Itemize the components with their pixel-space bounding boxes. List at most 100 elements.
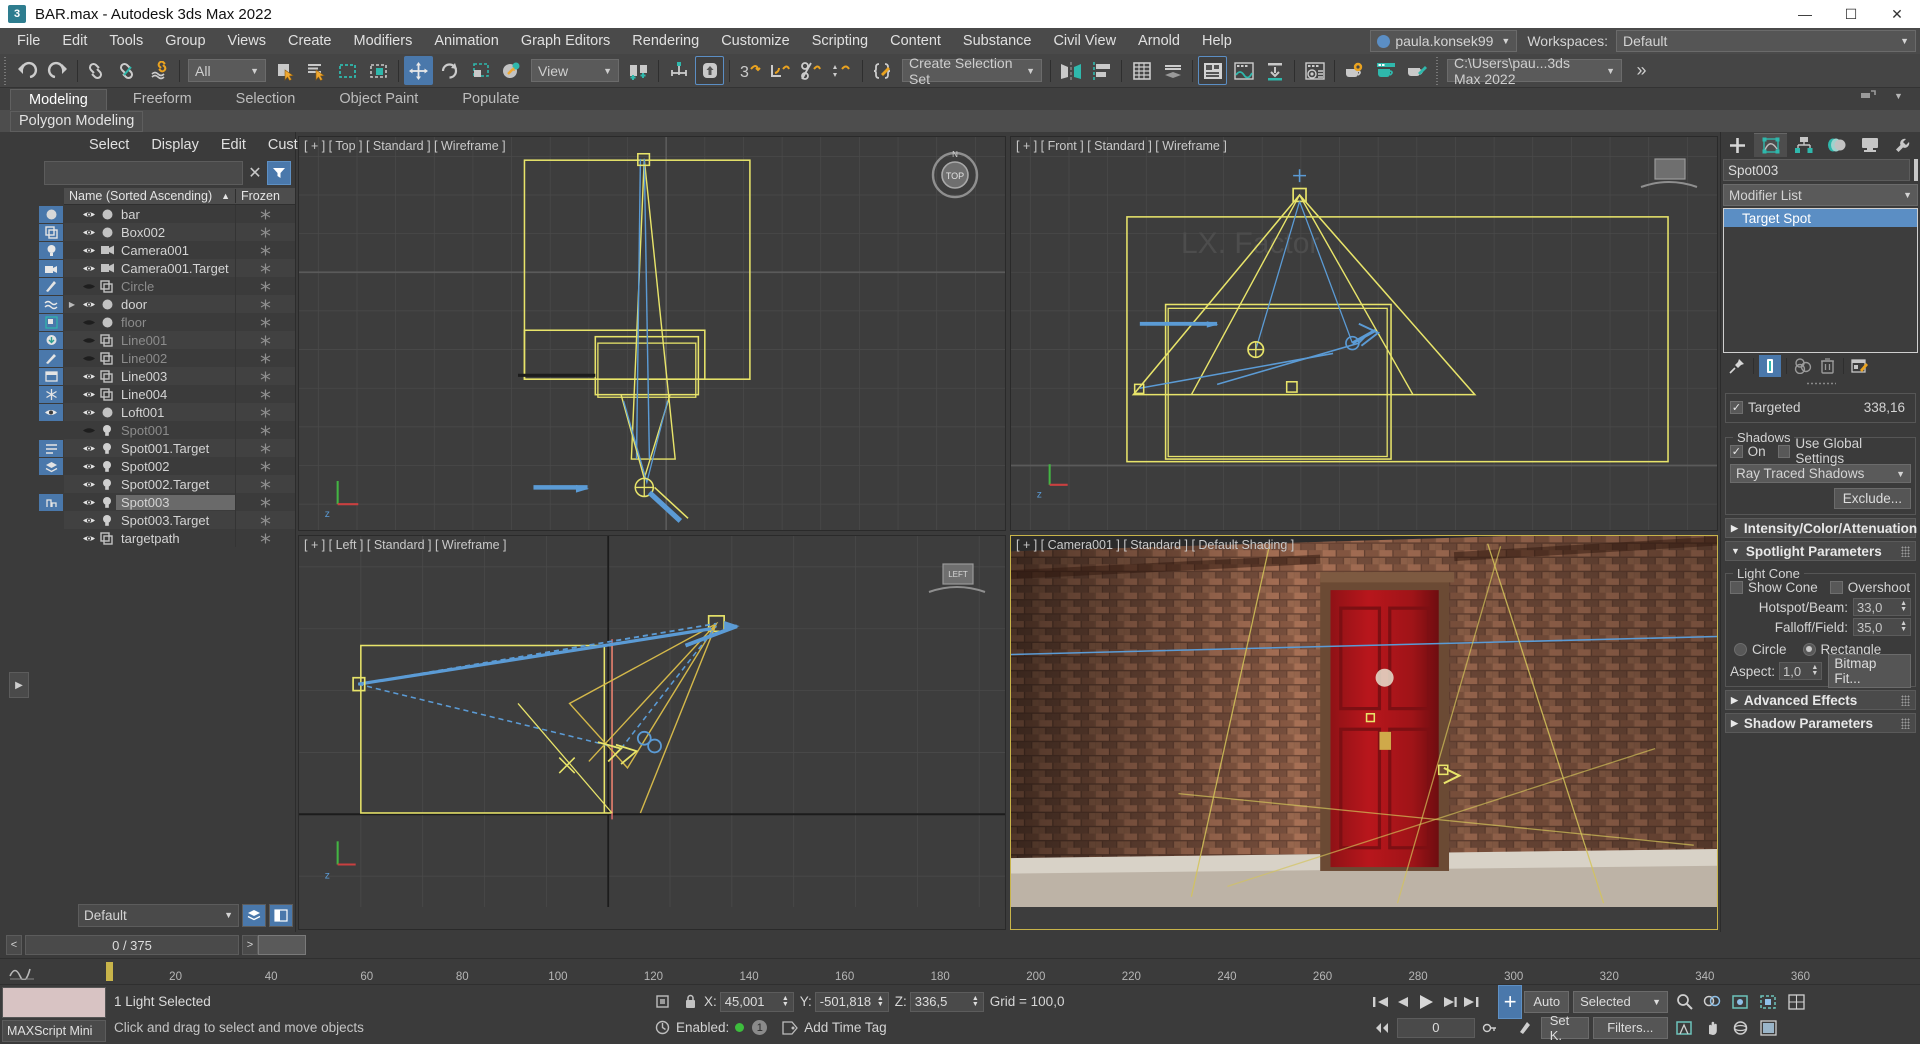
circle-radio[interactable]: [1734, 642, 1747, 656]
scene-explorer-row[interactable]: Spot001: [64, 421, 295, 439]
maxscript-input-pad[interactable]: [2, 987, 106, 1018]
select-object-icon[interactable]: [271, 56, 300, 85]
freeze-toggle-icon[interactable]: [235, 313, 295, 331]
scene-explorer-row[interactable]: bar: [64, 205, 295, 223]
menu-animation[interactable]: Animation: [423, 28, 509, 54]
freeze-toggle-icon[interactable]: [235, 367, 295, 385]
falloff-spinner[interactable]: 35,0 ▲ ▼: [1853, 618, 1911, 636]
scene-explorer-row[interactable]: ▶ door: [64, 295, 295, 313]
pin-stack-icon[interactable]: [1726, 355, 1748, 377]
zoom-all-icon[interactable]: [1699, 990, 1725, 1014]
filter-hidden-icon[interactable]: [39, 404, 63, 421]
select-and-link-icon[interactable]: [83, 56, 112, 85]
scene-explorer-row[interactable]: Line004: [64, 385, 295, 403]
reference-coordinate-dropdown[interactable]: View ▼: [531, 59, 619, 82]
viewport-top-label[interactable]: [ + ] [ Top ] [ Standard ] [ Wireframe ]: [304, 139, 506, 153]
menu-substance[interactable]: Substance: [952, 28, 1043, 54]
freeze-toggle-icon[interactable]: [235, 511, 295, 529]
selection-filter-dropdown[interactable]: All ▼: [188, 59, 266, 82]
remove-modifier-icon[interactable]: [1816, 355, 1838, 377]
menu-views[interactable]: Views: [217, 28, 277, 54]
menu-group[interactable]: Group: [154, 28, 216, 54]
rollout-advanced-effects[interactable]: ▶ Advanced Effects: [1725, 690, 1916, 710]
column-frozen[interactable]: Frozen: [235, 189, 295, 203]
object-name[interactable]: Loft001: [116, 405, 235, 420]
menu-customize[interactable]: Customize: [710, 28, 801, 54]
prev-frame-button[interactable]: <: [6, 935, 22, 955]
bitmap-fit-button[interactable]: Bitmap Fit...: [1828, 654, 1911, 688]
key-filters-button[interactable]: Filters...: [1592, 1016, 1668, 1039]
modifier-stack[interactable]: Target Spot: [1723, 208, 1918, 353]
viewcube-left[interactable]: LEFT: [927, 558, 987, 602]
undo-icon[interactable]: [12, 56, 41, 85]
show-cone-checkbox[interactable]: [1730, 580, 1743, 594]
ribbon-subtab-polygon-modeling[interactable]: Polygon Modeling: [10, 110, 144, 132]
visibility-toggle-icon[interactable]: [80, 227, 98, 238]
material-dropdown[interactable]: Default ▼: [78, 903, 239, 927]
freeze-toggle-icon[interactable]: [235, 277, 295, 295]
object-name[interactable]: Spot003: [116, 494, 235, 510]
next-frame-button[interactable]: >: [242, 935, 258, 955]
enable-animation-icon[interactable]: [649, 1016, 675, 1040]
toolbar-grip[interactable]: [2, 56, 9, 85]
menu-create[interactable]: Create: [277, 28, 343, 54]
freeze-toggle-icon[interactable]: [235, 493, 295, 511]
use-global-settings-checkbox[interactable]: [1777, 444, 1791, 458]
current-key-field[interactable]: 0: [1396, 1017, 1475, 1038]
add-time-tag-label[interactable]: Add Time Tag: [804, 1020, 886, 1035]
object-name[interactable]: Line001: [116, 333, 235, 348]
selection-lock-toggle-icon[interactable]: [649, 990, 675, 1014]
visibility-toggle-icon[interactable]: [80, 425, 98, 436]
frame-counter[interactable]: 0 / 375: [25, 935, 239, 955]
align-icon[interactable]: [1087, 56, 1116, 85]
previous-frame-icon[interactable]: [1393, 990, 1413, 1014]
toggle-scene-explorer-icon[interactable]: [1127, 56, 1156, 85]
spinner-snap-toggle-icon[interactable]: [828, 56, 857, 85]
ribbon-minimize-icon[interactable]: [1853, 81, 1882, 110]
bind-to-space-warp-icon[interactable]: [145, 56, 174, 85]
filter-xrefs-icon[interactable]: [39, 332, 63, 349]
visibility-toggle-icon[interactable]: [80, 209, 98, 220]
rollout-spotlight-parameters[interactable]: ▼ Spotlight Parameters: [1725, 541, 1916, 561]
menu-tools[interactable]: Tools: [98, 28, 154, 54]
filter-groups-icon[interactable]: [39, 314, 63, 331]
toggle-layer-explorer-icon[interactable]: [1158, 56, 1187, 85]
time-slider-track[interactable]: [258, 932, 1920, 958]
object-name[interactable]: bar: [116, 207, 235, 222]
viewcube-top[interactable]: TOP N: [925, 149, 985, 211]
object-name[interactable]: targetpath: [116, 531, 235, 546]
object-name[interactable]: Camera001: [116, 243, 235, 258]
freeze-toggle-icon[interactable]: [235, 385, 295, 403]
scene-explorer-row[interactable]: Spot001.Target: [64, 439, 295, 457]
scene-explorer-row[interactable]: floor: [64, 313, 295, 331]
viewcube-front[interactable]: [1639, 151, 1699, 195]
select-and-move-icon[interactable]: [404, 56, 433, 85]
scene-explorer-row[interactable]: Loft001: [64, 403, 295, 421]
visibility-toggle-icon[interactable]: [80, 407, 98, 418]
user-account-button[interactable]: paula.konsek99 ▼: [1370, 30, 1518, 52]
render-production-icon[interactable]: [1402, 56, 1431, 85]
rectangle-radio[interactable]: [1802, 642, 1816, 656]
ribbon-tab-modeling[interactable]: Modeling: [10, 89, 107, 110]
viewport-left-label[interactable]: [ + ] [ Left ] [ Standard ] [ Wireframe …: [304, 538, 507, 552]
visibility-toggle-icon[interactable]: [80, 299, 98, 310]
menu-file[interactable]: File: [6, 28, 51, 54]
expand-left-panel-icon[interactable]: ▶: [9, 672, 29, 698]
object-name-input[interactable]: [1723, 159, 1910, 181]
key-mode-toggle-icon[interactable]: [1479, 1016, 1501, 1040]
project-folder-dropdown[interactable]: C:\Users\pau...3ds Max 2022 ▼: [1447, 55, 1622, 87]
redo-icon[interactable]: [43, 56, 72, 85]
angle-snap-toggle-2-icon[interactable]: [766, 56, 795, 85]
ribbon-options-icon[interactable]: ▼: [1884, 81, 1913, 110]
scene-explorer-row[interactable]: Circle: [64, 277, 295, 295]
menu-graph-editors[interactable]: Graph Editors: [510, 28, 621, 54]
visibility-toggle-icon[interactable]: [80, 497, 98, 508]
select-and-scale-icon[interactable]: [466, 56, 495, 85]
targeted-checkbox[interactable]: ✓: [1730, 400, 1743, 414]
freeze-toggle-icon[interactable]: [235, 457, 295, 475]
filter-geometry-icon[interactable]: [39, 206, 63, 223]
display-tab[interactable]: [1853, 133, 1886, 157]
visibility-toggle-icon[interactable]: [80, 515, 98, 526]
aspect-spinner[interactable]: 1,0 ▲ ▼: [1779, 662, 1823, 680]
visibility-toggle-icon[interactable]: [80, 335, 98, 346]
